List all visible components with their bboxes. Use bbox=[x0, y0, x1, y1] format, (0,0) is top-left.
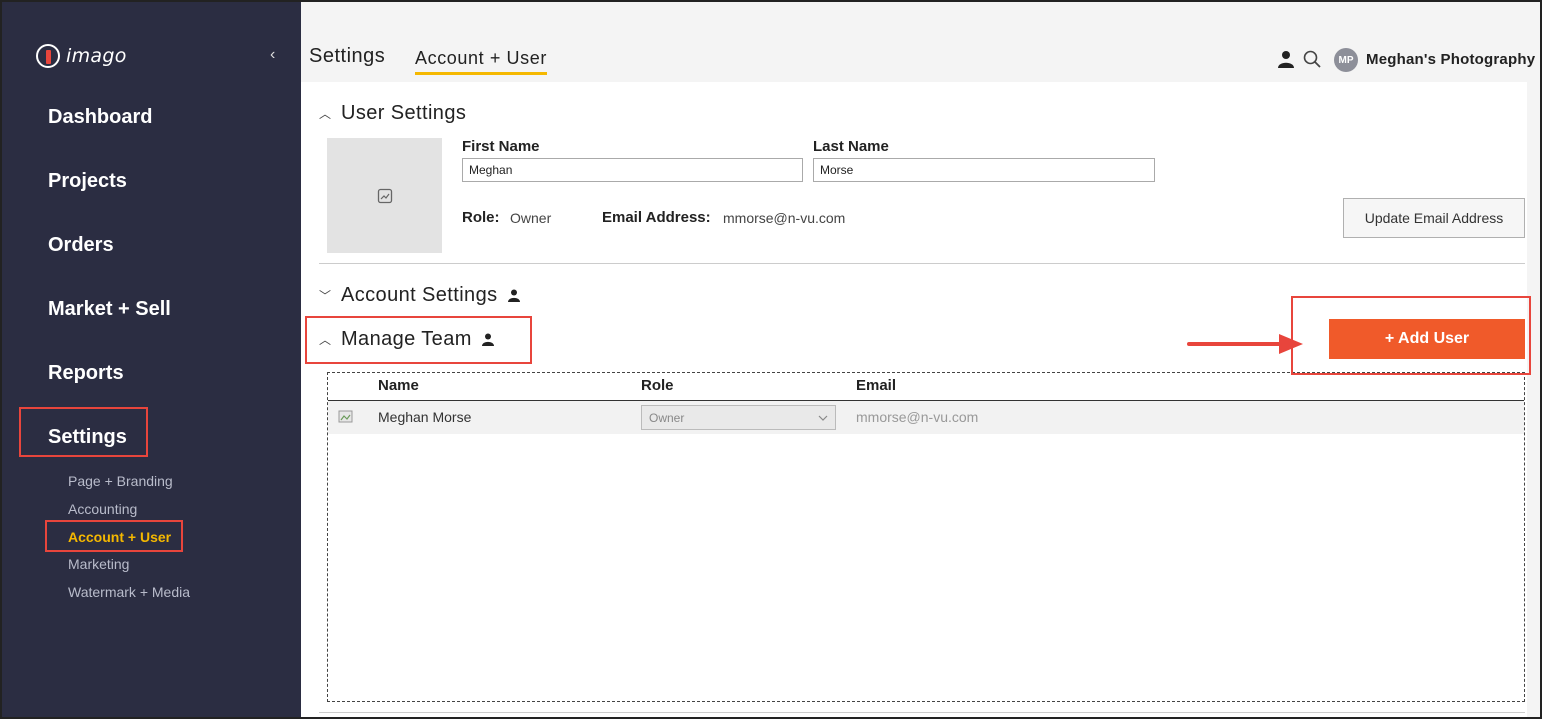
nav-item-settings[interactable]: Settings bbox=[48, 426, 127, 449]
nav-item-market-sell[interactable]: Market + Sell bbox=[48, 298, 171, 321]
sidebar: imago ‹ Dashboard Projects Orders Market… bbox=[2, 2, 301, 717]
broken-image-icon bbox=[338, 410, 353, 423]
team-table: Name Role Email Meghan Morse Owner mmors… bbox=[327, 372, 1525, 702]
profile-photo[interactable] bbox=[327, 138, 442, 253]
first-name-label: First Name bbox=[462, 138, 540, 155]
top-bar: Settings Account + User MP Meghan's Phot… bbox=[301, 2, 1540, 82]
bottom-divider bbox=[319, 712, 1525, 713]
role-label: Role: bbox=[462, 209, 500, 226]
logo-text: imago bbox=[66, 45, 127, 67]
chevron-up-icon: ︿ bbox=[319, 333, 332, 347]
person-icon bbox=[481, 333, 494, 346]
column-header-role[interactable]: Role bbox=[641, 377, 674, 394]
role-value: Owner bbox=[510, 210, 552, 226]
avatar[interactable]: MP bbox=[1334, 48, 1358, 72]
section-account-settings[interactable]: ﹀ Account Settings bbox=[319, 284, 520, 307]
search-icon[interactable] bbox=[1303, 50, 1321, 68]
user-icon[interactable] bbox=[1278, 50, 1294, 68]
section-title: User Settings bbox=[341, 102, 467, 124]
member-email: mmorse@n-vu.com bbox=[856, 409, 979, 425]
section-manage-team[interactable]: ︿ Manage Team bbox=[319, 328, 494, 351]
person-icon bbox=[507, 289, 520, 302]
section-user-settings[interactable]: ︿ User Settings bbox=[319, 102, 466, 125]
arrow-right-icon bbox=[1187, 334, 1303, 354]
section-title: Manage Team bbox=[341, 328, 472, 350]
column-header-email[interactable]: Email bbox=[856, 377, 896, 394]
collapse-sidebar-chevron-left-icon[interactable]: ‹ bbox=[270, 46, 275, 64]
column-header-name[interactable]: Name bbox=[378, 377, 419, 394]
first-name-field[interactable] bbox=[462, 158, 803, 182]
logo[interactable]: imago bbox=[36, 44, 127, 68]
email-label: Email Address: bbox=[602, 209, 711, 226]
logo-icon bbox=[36, 44, 60, 68]
nav-item-orders[interactable]: Orders bbox=[48, 234, 114, 257]
section-title: Account Settings bbox=[341, 284, 498, 306]
nav-item-dashboard[interactable]: Dashboard bbox=[48, 106, 152, 129]
update-email-button[interactable]: Update Email Address bbox=[1343, 198, 1525, 238]
chevron-up-icon: ︿ bbox=[319, 107, 332, 121]
sub-item-account-user[interactable]: Account + User bbox=[68, 529, 171, 545]
nav-item-reports[interactable]: Reports bbox=[48, 362, 124, 385]
divider bbox=[319, 263, 1525, 264]
member-name: Meghan Morse bbox=[378, 409, 472, 425]
chevron-down-icon: ﹀ bbox=[319, 289, 332, 303]
last-name-field[interactable] bbox=[813, 158, 1155, 182]
member-role-select[interactable]: Owner bbox=[641, 405, 836, 430]
settings-panel: ︿ User Settings First Name Last Name Rol… bbox=[301, 82, 1527, 717]
sub-item-marketing[interactable]: Marketing bbox=[68, 556, 129, 572]
add-user-button[interactable]: + Add User bbox=[1329, 319, 1525, 359]
page-title: Settings bbox=[309, 45, 386, 67]
chevron-down-icon bbox=[818, 415, 828, 421]
sub-item-watermark-media[interactable]: Watermark + Media bbox=[68, 584, 190, 600]
sub-item-accounting[interactable]: Accounting bbox=[68, 501, 137, 517]
main-area: Settings Account + User MP Meghan's Phot… bbox=[301, 2, 1540, 717]
table-row[interactable]: Meghan Morse Owner mmorse@n-vu.com bbox=[328, 401, 1524, 434]
last-name-label: Last Name bbox=[813, 138, 889, 155]
account-name[interactable]: Meghan's Photography bbox=[1366, 51, 1535, 68]
member-role-value: Owner bbox=[649, 410, 685, 425]
image-placeholder-icon bbox=[377, 188, 392, 203]
tab-account-user[interactable]: Account + User bbox=[415, 48, 547, 75]
email-value: mmorse@n-vu.com bbox=[723, 210, 846, 226]
nav-item-projects[interactable]: Projects bbox=[48, 170, 127, 193]
sub-item-page-branding[interactable]: Page + Branding bbox=[68, 473, 173, 489]
